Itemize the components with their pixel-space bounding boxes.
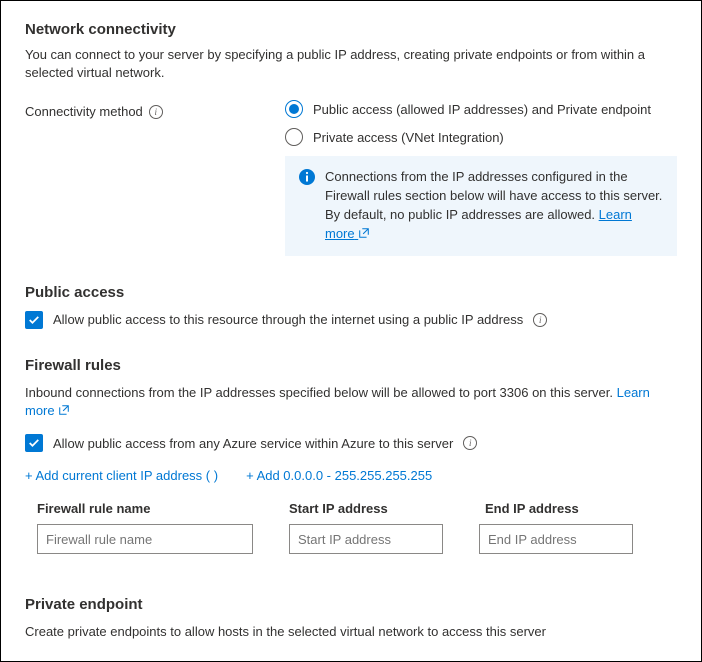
checkbox-allow-azure-services[interactable]	[25, 434, 43, 452]
start-ip-input[interactable]	[289, 524, 443, 554]
section-title-firewall: Firewall rules	[25, 357, 677, 374]
external-link-icon	[358, 227, 370, 239]
info-banner: Connections from the IP addresses config…	[285, 156, 677, 255]
section-title-private-endpoint: Private endpoint	[25, 596, 677, 613]
network-description: You can connect to your server by specif…	[25, 46, 677, 82]
section-title-public-access: Public access	[25, 284, 677, 301]
col-header-end-ip: End IP address	[485, 501, 645, 516]
firewall-description: Inbound connections from the IP addresse…	[25, 384, 677, 420]
section-title-network: Network connectivity	[25, 21, 677, 38]
private-endpoint-description: Create private endpoints to allow hosts …	[25, 623, 677, 641]
col-header-rule-name: Firewall rule name	[25, 501, 253, 516]
check-icon	[28, 437, 40, 449]
radio-private-access[interactable]	[285, 128, 303, 146]
radio-public-label: Public access (allowed IP addresses) and…	[313, 102, 651, 117]
checkbox-public-access-label: Allow public access to this resource thr…	[53, 312, 523, 327]
checkbox-allow-public-access[interactable]	[25, 311, 43, 329]
info-icon[interactable]	[463, 436, 477, 450]
info-icon[interactable]	[533, 313, 547, 327]
radio-private-label: Private access (VNet Integration)	[313, 130, 504, 145]
checkbox-azure-services-label: Allow public access from any Azure servi…	[53, 436, 453, 451]
firewall-rule-name-input[interactable]	[37, 524, 253, 554]
end-ip-input[interactable]	[479, 524, 633, 554]
radio-public-access[interactable]	[285, 100, 303, 118]
check-icon	[28, 314, 40, 326]
info-icon	[299, 169, 315, 185]
external-link-icon	[58, 404, 70, 416]
connectivity-method-label: Connectivity method	[25, 104, 143, 119]
add-current-ip-link[interactable]: + Add current client IP address ( )	[25, 468, 218, 483]
info-icon[interactable]	[149, 105, 163, 119]
add-full-range-link[interactable]: + Add 0.0.0.0 - 255.255.255.255	[246, 468, 432, 483]
col-header-start-ip: Start IP address	[289, 501, 449, 516]
